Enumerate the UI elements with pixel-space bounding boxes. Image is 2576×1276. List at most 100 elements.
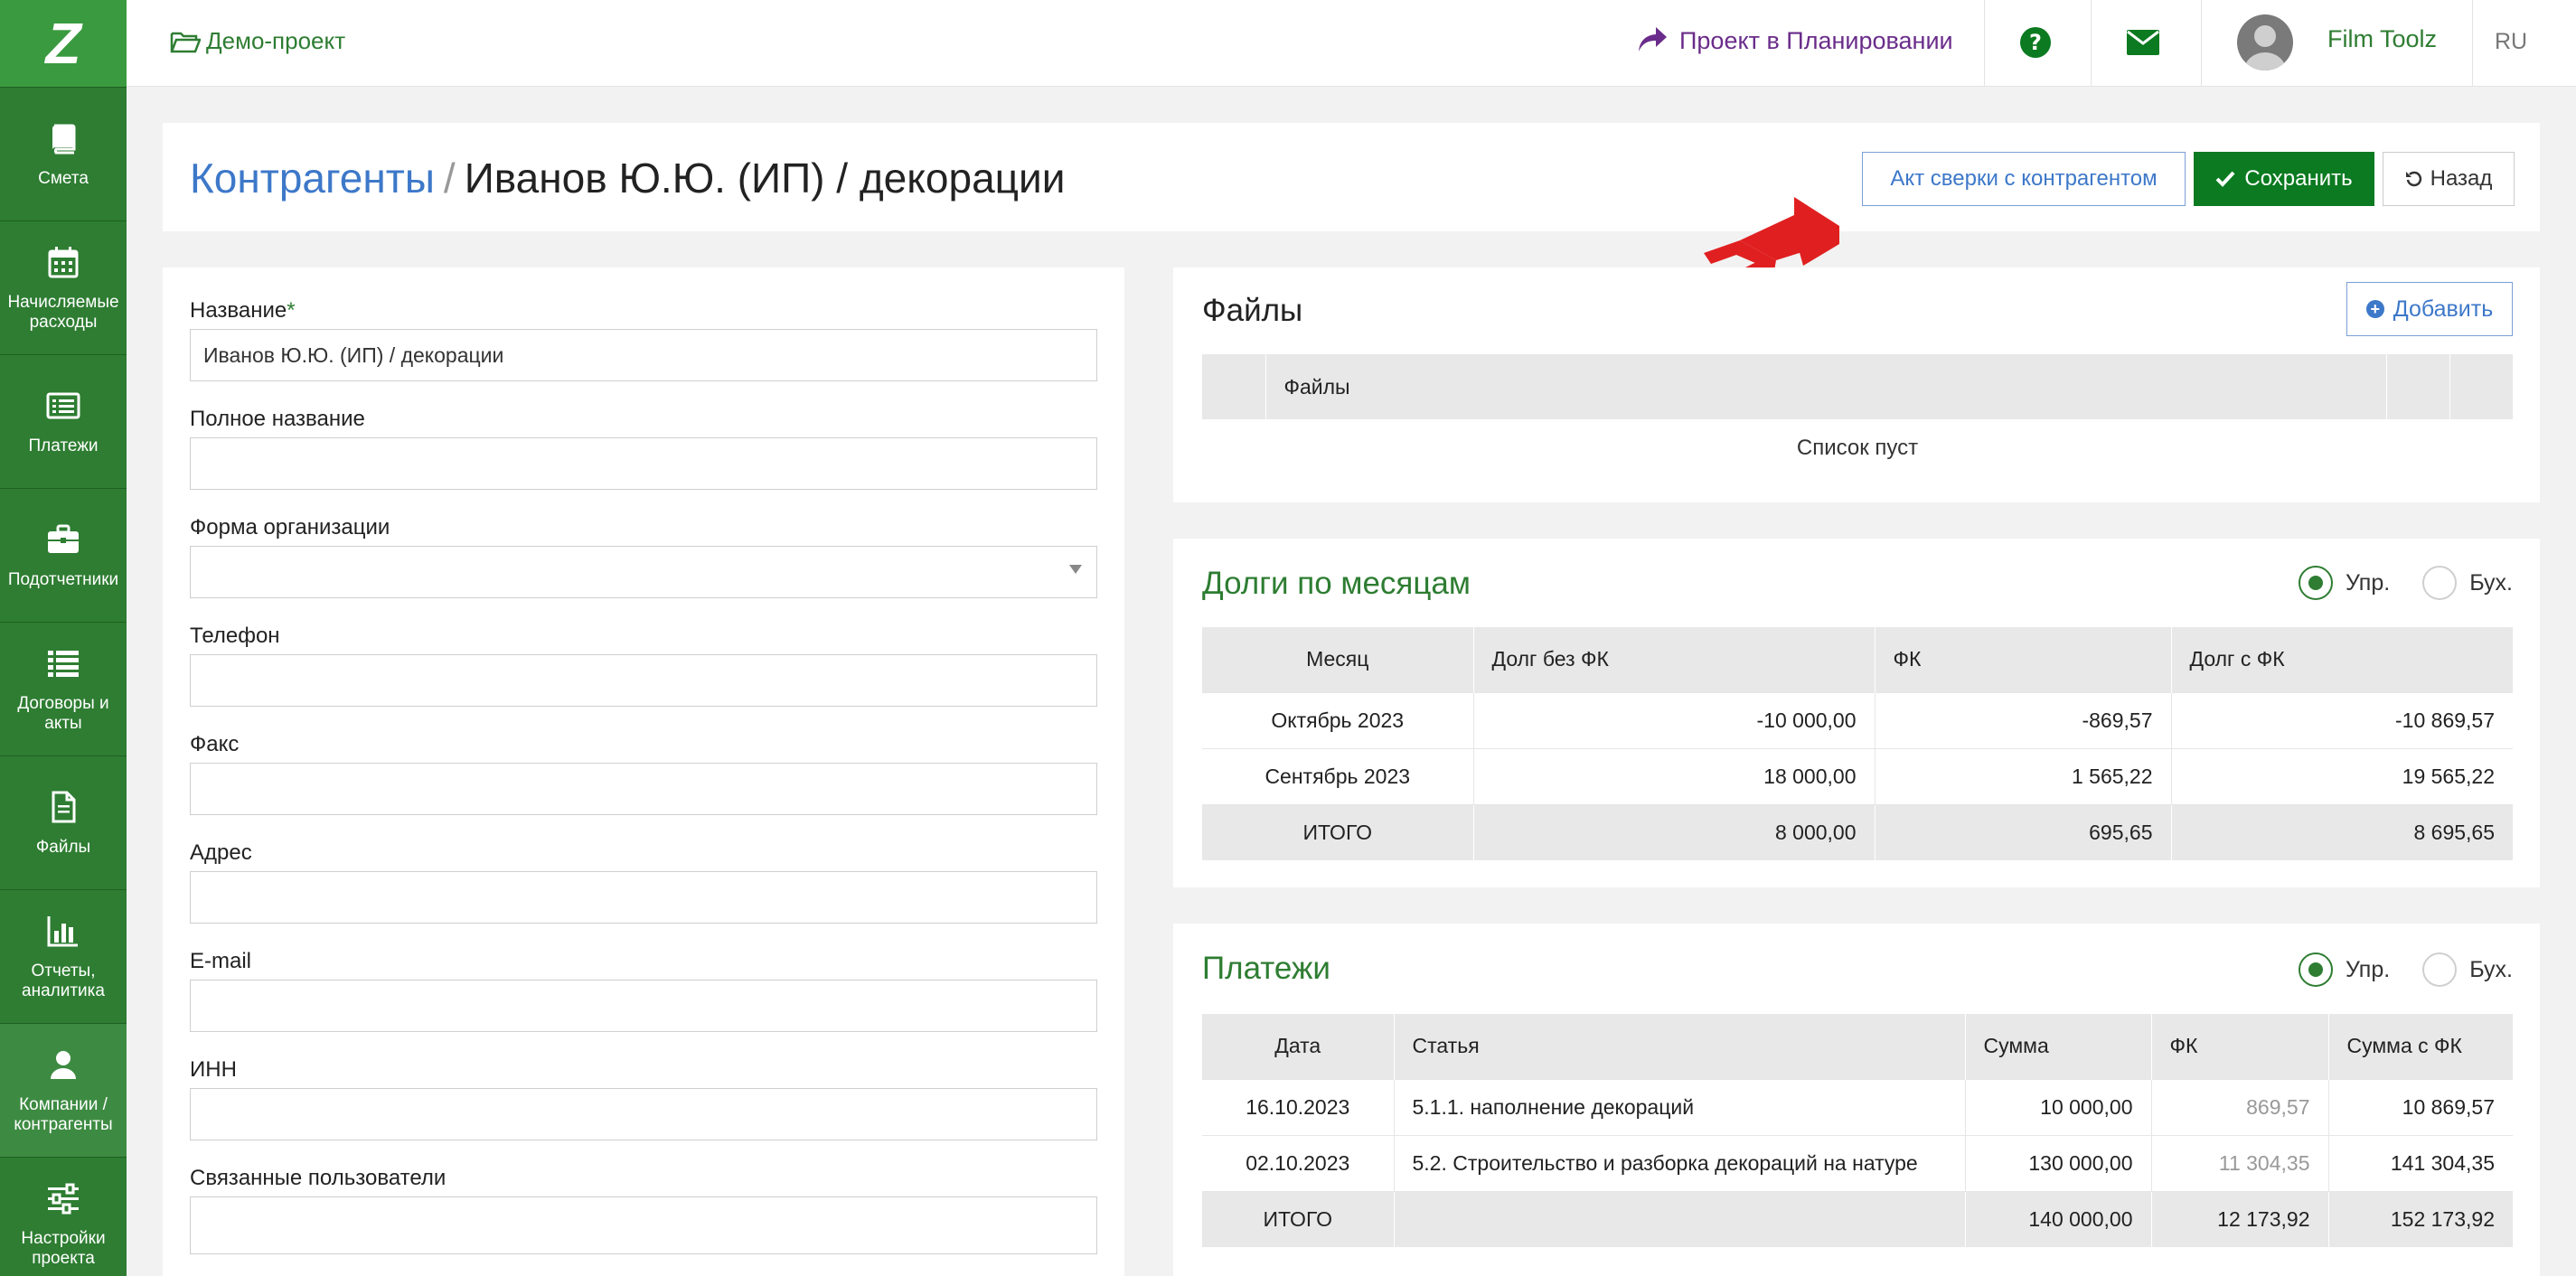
- radio-upr[interactable]: [2299, 952, 2334, 987]
- table-cell: 16.10.2023: [1202, 1078, 1395, 1135]
- phone-input[interactable]: [190, 654, 1097, 707]
- address-input[interactable]: [190, 871, 1097, 924]
- help-icon[interactable]: ?: [2018, 25, 2053, 60]
- sidebar: Z Смета Начисляемые расходы Платежи Подо…: [0, 0, 127, 1276]
- sidebar-item-accountable[interactable]: Подотчетники: [0, 488, 127, 622]
- column-header: Дата: [1202, 1014, 1395, 1079]
- radio-label-upr: Упр.: [2346, 956, 2391, 982]
- field-label: Название*: [190, 298, 1097, 329]
- files-panel: Файлы + Добавить Файлы Список пуст: [1173, 267, 2540, 502]
- debts-mode-radios: Упр. Бух.: [2299, 566, 2513, 600]
- sidebar-item-files[interactable]: Файлы: [0, 755, 127, 889]
- column-header: Сумма с ФК: [2328, 1014, 2513, 1079]
- breadcrumb-root-link[interactable]: Контрагенты: [190, 155, 435, 202]
- email-input[interactable]: [190, 980, 1097, 1032]
- users-label: Связанные пользователи: [190, 1166, 447, 1190]
- add-file-button[interactable]: + Добавить: [2346, 282, 2513, 336]
- table-cell: 5.2. Строительство и разборка декораций …: [1394, 1134, 1966, 1191]
- app-logo[interactable]: Z: [0, 0, 127, 87]
- sidebar-item-smeta[interactable]: Смета: [0, 87, 127, 220]
- user-avatar-icon: [2244, 25, 2286, 70]
- back-button[interactable]: Назад: [2383, 152, 2515, 206]
- files-table: Файлы: [1202, 354, 2513, 419]
- table-cell: Сентябрь 2023: [1202, 747, 1474, 804]
- empty-list-message: Список пуст: [1796, 436, 1919, 460]
- page-header: Контрагенты / Иванов Ю.Ю. (ИП) / декорации…: [163, 123, 2540, 231]
- radio-upr[interactable]: [2299, 566, 2334, 600]
- users-input[interactable]: [190, 1196, 1097, 1254]
- table-cell: 140 000,00: [1965, 1190, 2152, 1247]
- sidebar-item-label: Файлы: [35, 837, 91, 857]
- column-header-files: Файлы: [1265, 354, 2387, 419]
- bar-chart-icon: [47, 915, 78, 946]
- radio-buh[interactable]: [2422, 952, 2458, 987]
- table-cell: 8 695,65: [2171, 803, 2513, 860]
- radio-buh[interactable]: [2422, 566, 2458, 600]
- table-cell: 152 173,92: [2328, 1190, 2513, 1247]
- avatar[interactable]: [2237, 14, 2293, 70]
- table-cell: 10 869,57: [2328, 1078, 2513, 1135]
- breadcrumb-separator: /: [443, 155, 456, 202]
- plan-status-link[interactable]: Проект в Планировании: [1636, 25, 1953, 56]
- divider: [2091, 0, 2092, 87]
- payments-title: Платежи: [1202, 951, 1330, 986]
- org-form-label: Форма организации: [190, 515, 390, 539]
- table-cell: 19 565,22: [2171, 747, 2513, 804]
- table-cell: 02.10.2023: [1202, 1134, 1395, 1191]
- org-form-select[interactable]: [190, 546, 1097, 598]
- table-cell: -10 869,57: [2171, 691, 2513, 748]
- name-input[interactable]: Иванов Ю.Ю. (ИП) / декорации: [190, 329, 1097, 381]
- fax-input[interactable]: [190, 763, 1097, 815]
- sidebar-item-companies[interactable]: Компании / контрагенты: [0, 1023, 127, 1157]
- full-name-input[interactable]: [190, 437, 1097, 490]
- folder-open-icon: [170, 32, 201, 52]
- sidebar-item-accrued-expenses[interactable]: Начисляемые расходы: [0, 220, 127, 354]
- share-arrow-icon: [1639, 27, 1667, 52]
- radio-label-upr: Упр.: [2346, 569, 2391, 596]
- files-title: Файлы: [1202, 293, 1303, 328]
- divider: [2201, 0, 2202, 87]
- debts-table: Месяц Долг без ФК ФК Долг с ФК Октябрь 2…: [1202, 627, 2513, 860]
- column-header: [2386, 354, 2450, 419]
- column-header: ФК: [2151, 1014, 2329, 1079]
- counterparty-form: Название* Иванов Ю.Ю. (ИП) / декорации П…: [163, 267, 1124, 1276]
- sidebar-item-label: Настройки проекта: [21, 1228, 106, 1268]
- table-cell: 10 000,00: [1965, 1078, 2152, 1135]
- sidebar-item-settings[interactable]: Настройки проекта: [0, 1157, 127, 1276]
- column-header: Месяц: [1202, 627, 1474, 692]
- sidebar-item-payments[interactable]: Платежи: [0, 354, 127, 488]
- column-header: Долг без ФК: [1473, 627, 1876, 692]
- full-name-field-group: Полное название: [190, 407, 1097, 490]
- fax-label: Факс: [190, 732, 240, 756]
- user-name[interactable]: Film Toolz: [2327, 25, 2437, 53]
- sidebar-item-label: Смета: [38, 168, 89, 188]
- mail-icon[interactable]: [2126, 29, 2160, 56]
- language-switcher[interactable]: RU: [2495, 29, 2527, 55]
- table-cell: 695,65: [1875, 803, 2172, 860]
- save-button[interactable]: Сохранить: [2194, 152, 2374, 206]
- table-cell: -10 000,00: [1473, 691, 1876, 748]
- inn-input[interactable]: [190, 1088, 1097, 1140]
- table-row[interactable]: 16.10.2023 5.1.1. наполнение декораций 1…: [1202, 1078, 2513, 1135]
- table-cell: 1 565,22: [1875, 747, 2172, 804]
- total-row: ИТОГО 8 000,00 695,65 8 695,65: [1202, 803, 2513, 860]
- logo-text: Z: [45, 11, 81, 76]
- table-cell: 8 000,00: [1473, 803, 1876, 860]
- svg-text:?: ?: [2029, 30, 2042, 55]
- name-value: Иванов Ю.Ю. (ИП) / декорации: [203, 342, 504, 367]
- breadcrumb: Контрагенты / Иванов Ю.Ю. (ИП) / декорации: [190, 154, 1065, 202]
- column-header: ФК: [1875, 627, 2172, 692]
- button-label: Сохранить: [2244, 166, 2353, 191]
- reconciliation-act-button[interactable]: Акт сверки с контрагентом: [1862, 152, 2186, 206]
- project-link[interactable]: Демо-проект: [170, 27, 345, 55]
- divider: [2472, 0, 2473, 87]
- sidebar-item-reports[interactable]: Отчеты, аналитика: [0, 889, 127, 1023]
- column-header: Долг с ФК: [2171, 627, 2513, 692]
- phone-field-group: Телефон: [190, 624, 1097, 707]
- table-row[interactable]: 02.10.2023 5.2. Строительство и разборка…: [1202, 1134, 2513, 1191]
- project-name: Демо-проект: [206, 27, 346, 54]
- book-icon: [52, 124, 76, 154]
- sidebar-item-contracts[interactable]: Договоры и акты: [0, 622, 127, 755]
- radio-label-buh: Бух.: [2469, 956, 2513, 982]
- user-icon: [51, 1050, 76, 1079]
